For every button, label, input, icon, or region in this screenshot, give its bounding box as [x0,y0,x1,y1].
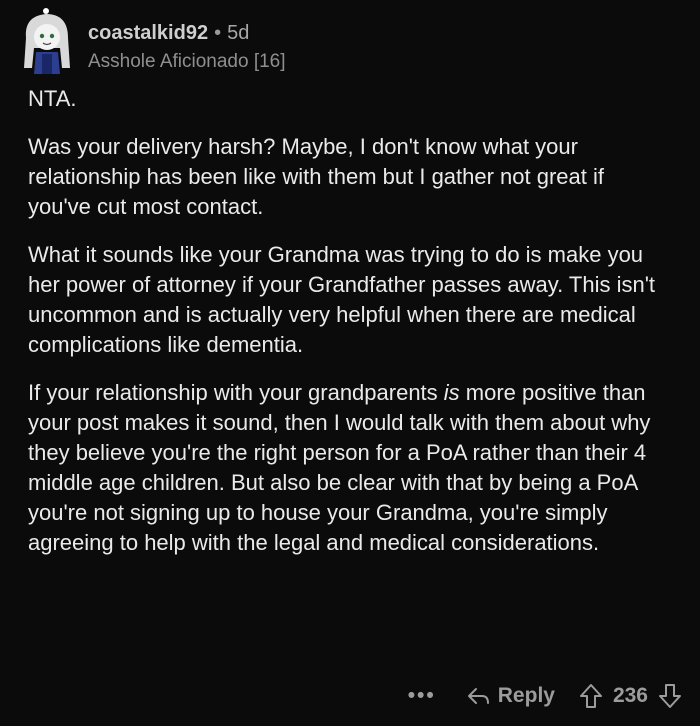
emphasis-text: is [443,380,460,405]
username-link[interactable]: coastalkid92 [88,22,208,45]
comment-meta: coastalkid92 • 5d [88,22,286,45]
comment-body: NTA. Was your delivery harsh? Maybe, I d… [28,84,668,576]
paragraph-text: If your relationship with your grandpare… [28,380,444,405]
downvote-arrow-icon[interactable] [658,683,682,709]
comment-actions: ••• Reply 236 [408,676,682,716]
comment-paragraph: What it sounds like your Grandma was try… [28,242,656,357]
avatar-icon[interactable] [18,8,76,74]
reply-button[interactable]: Reply [466,684,555,708]
paragraph-text: more positive than your post makes it so… [28,380,651,555]
comment-header: coastalkid92 • 5d Asshole Aficionado [16… [18,8,286,78]
comment-paragraph: NTA. [28,86,77,111]
meta-separator: • [214,22,222,44]
user-block: coastalkid92 • 5d Asshole Aficionado [16… [88,22,286,73]
reply-arrow-icon [466,686,490,706]
more-options-button[interactable]: ••• [408,684,436,708]
upvote-arrow-icon[interactable] [579,683,603,709]
vote-score: 236 [612,684,648,707]
comment-paragraph: Was your delivery harsh? Maybe, I don't … [28,134,605,219]
comment-paragraph: If your relationship with your grandpare… [28,378,668,558]
vote-controls: 236 [579,683,682,709]
comment-age: 5d [227,22,250,44]
reply-label: Reply [497,684,555,707]
user-flair: Asshole Aficionado [16] [88,51,286,72]
